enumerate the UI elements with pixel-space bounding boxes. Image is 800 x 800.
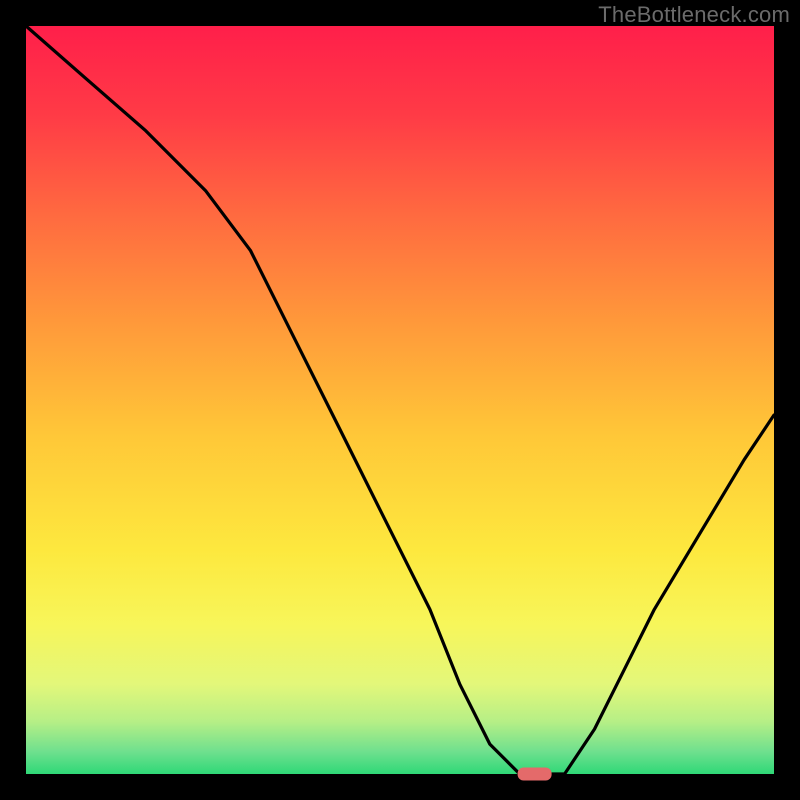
watermark-text: TheBottleneck.com <box>598 2 790 28</box>
optimal-marker <box>518 768 552 781</box>
plot-background <box>26 26 774 774</box>
bottleneck-chart <box>0 0 800 800</box>
chart-frame: TheBottleneck.com <box>0 0 800 800</box>
